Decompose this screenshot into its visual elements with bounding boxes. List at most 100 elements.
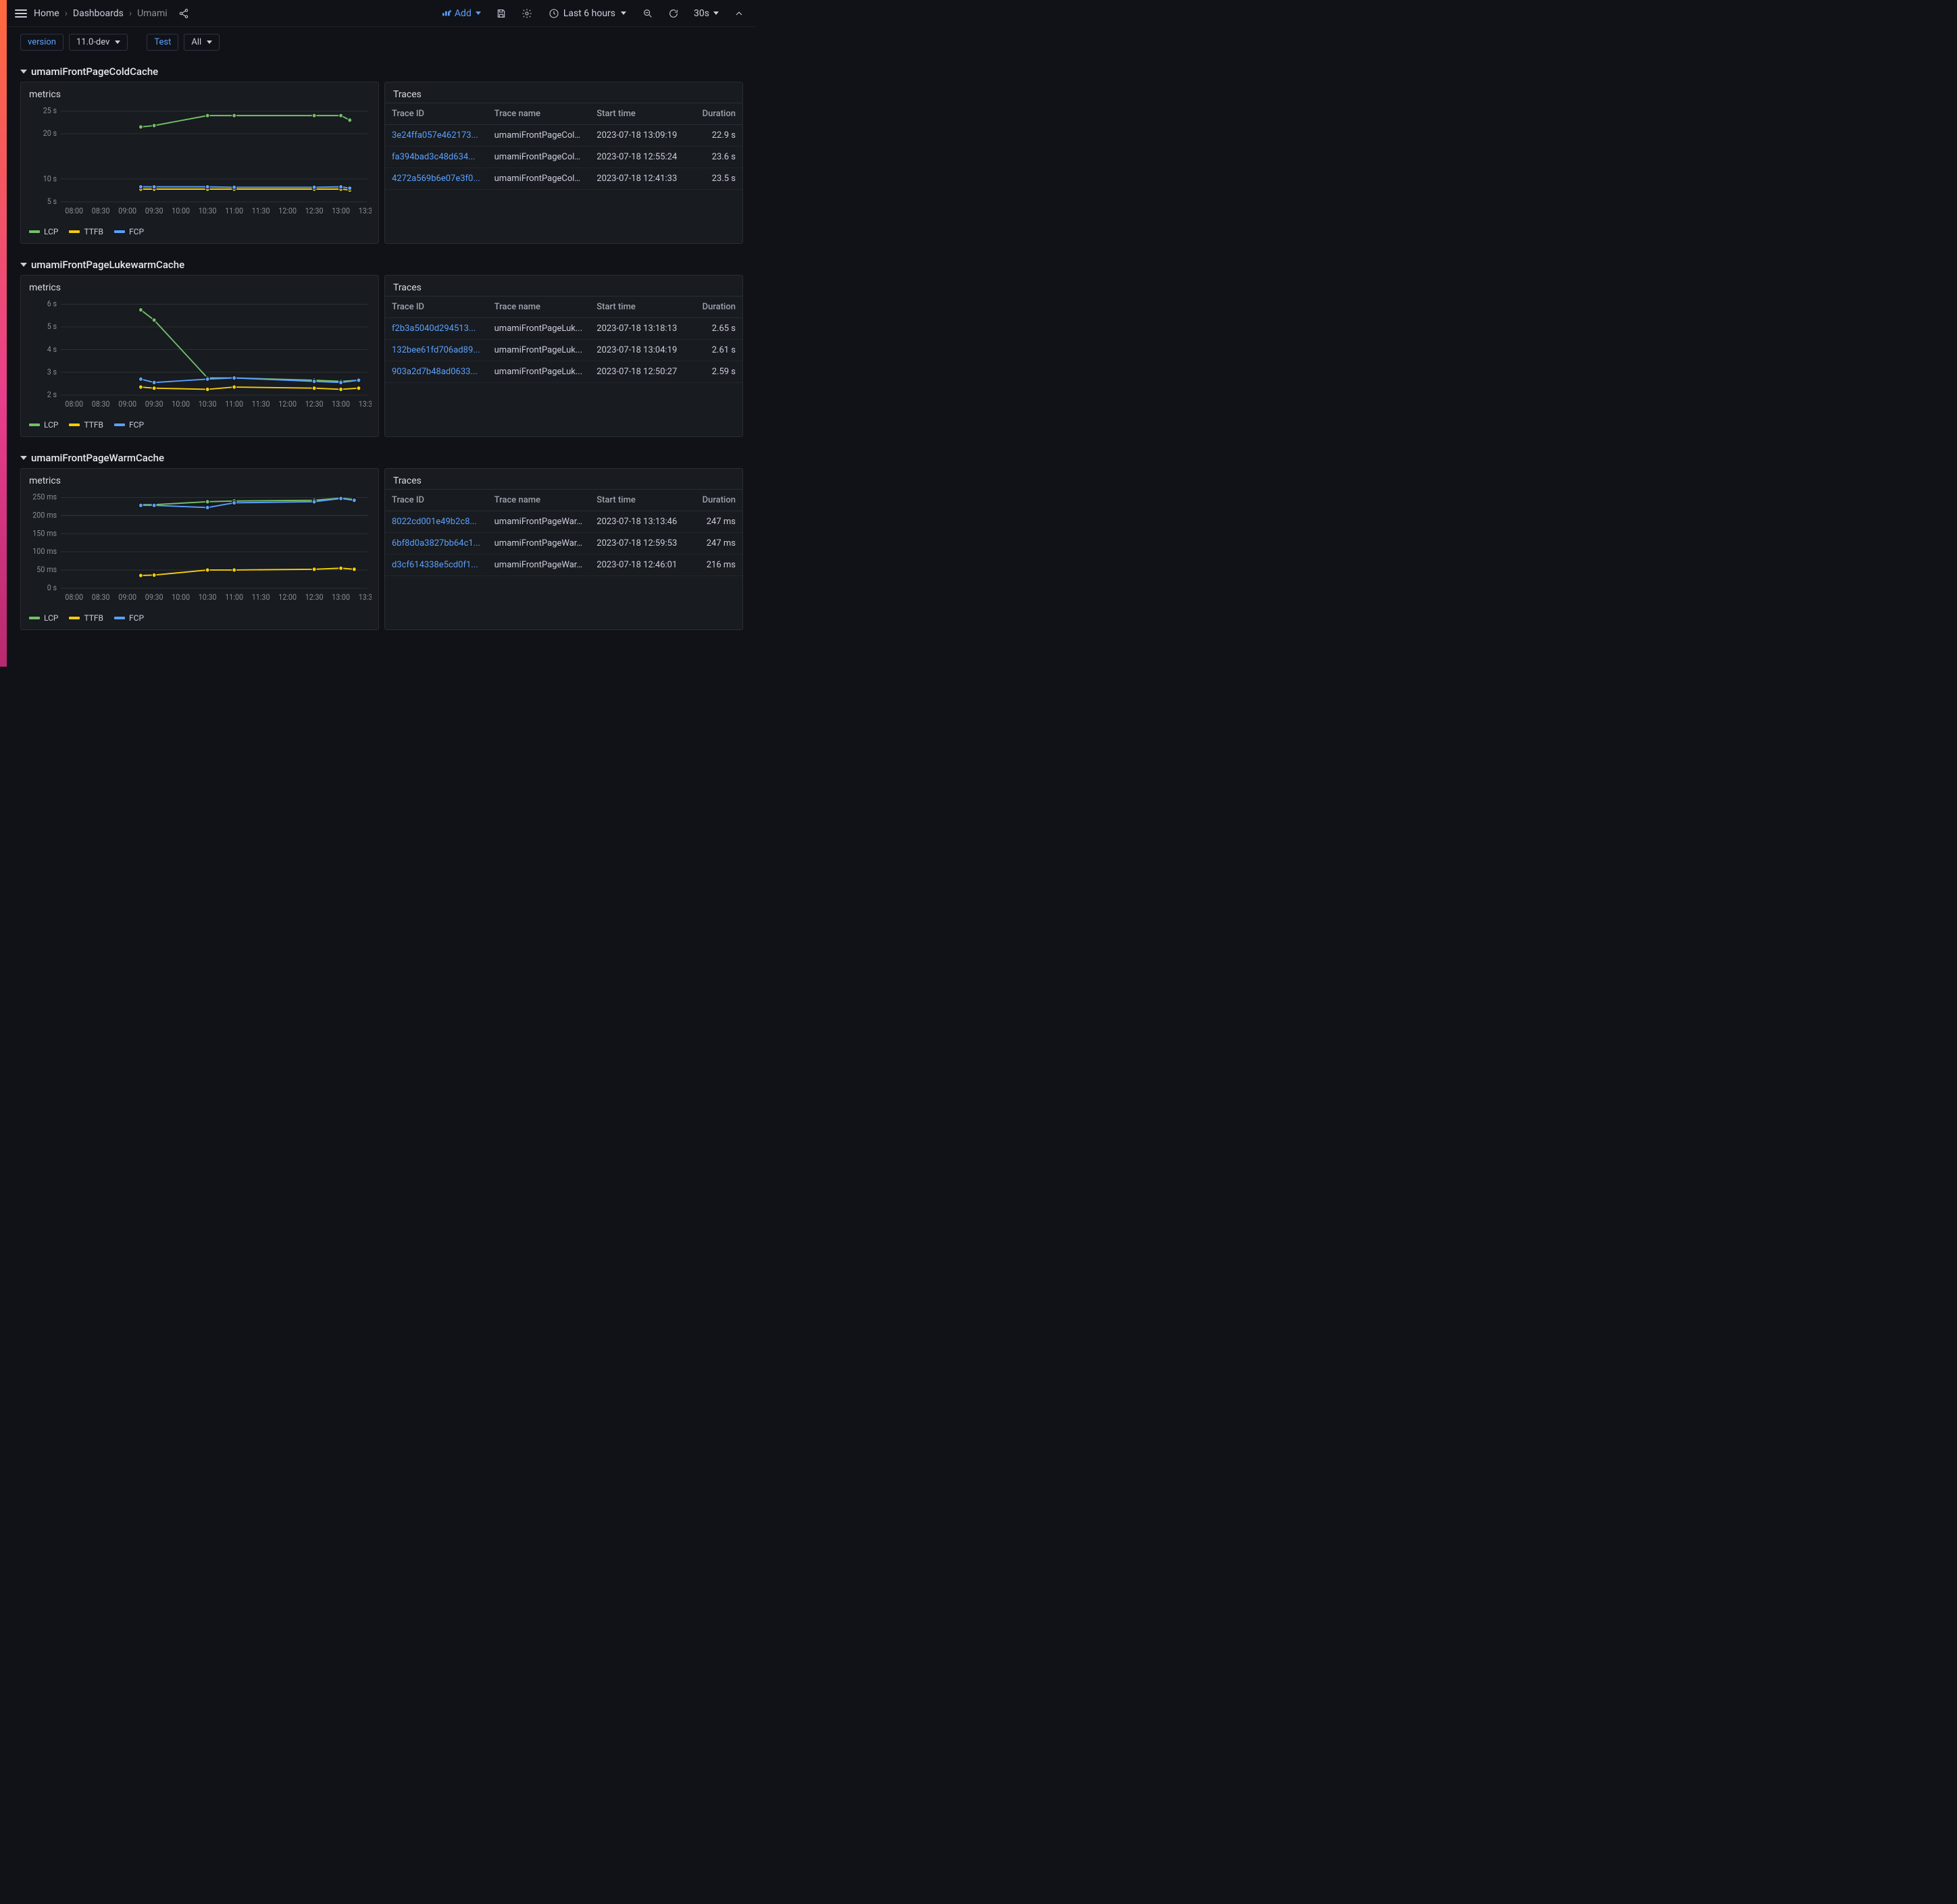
trace-duration-cell: 2.65 s [692, 318, 742, 340]
col-trace-name[interactable]: Trace name [488, 490, 590, 511]
chart-area[interactable]: 5 s10 s20 s25 s08:0008:3009:0009:3010:00… [21, 103, 378, 224]
col-duration[interactable]: Duration [692, 490, 742, 511]
table-row[interactable]: 3e24ffa057e462173... umamiFrontPageCold.… [385, 125, 742, 147]
chevron-down-icon [115, 41, 120, 44]
variable-bar: version 11.0-dev Test All [7, 27, 757, 60]
chevron-down-icon [713, 11, 719, 15]
trace-id-link[interactable]: 6bf8d0a3827bb64c1... [385, 533, 488, 555]
svg-text:6 s: 6 s [47, 300, 57, 309]
add-button[interactable]: Add [437, 5, 485, 22]
metrics-panel[interactable]: metrics 0 s50 ms100 ms150 ms200 ms250 ms… [20, 468, 379, 630]
table-row[interactable]: 8022cd001e49b2c8... umamiFrontPageWar...… [385, 511, 742, 533]
svg-text:13:00: 13:00 [332, 206, 350, 215]
trace-duration-cell: 22.9 s [692, 125, 742, 147]
trace-id-link[interactable]: 903a2d7b48ad0633... [385, 361, 488, 383]
trace-name-cell: umamiFrontPageLuk... [488, 340, 590, 361]
col-trace-id[interactable]: Trace ID [385, 490, 488, 511]
share-icon[interactable] [174, 5, 193, 22]
var-test-select[interactable]: All [184, 34, 220, 51]
trace-id-link[interactable]: 4272a569b6e07e3f0... [385, 168, 488, 190]
collapse-button[interactable] [730, 5, 748, 22]
breadcrumb-dashboards[interactable]: Dashboards [73, 8, 124, 19]
time-range-picker[interactable]: Last 6 hours [543, 5, 632, 22]
row-body: metrics 2 s3 s4 s5 s6 s08:0008:3009:0009… [7, 275, 757, 446]
svg-text:11:30: 11:30 [252, 592, 270, 601]
svg-text:150 ms: 150 ms [32, 529, 57, 538]
col-trace-id[interactable]: Trace ID [385, 297, 488, 318]
col-start-time[interactable]: Start time [590, 103, 692, 125]
panel-title: Traces [385, 82, 742, 103]
menu-toggle-button[interactable] [15, 9, 27, 18]
col-duration[interactable]: Duration [692, 103, 742, 125]
traces-table: Trace ID Trace name Start time Duration … [385, 296, 742, 383]
trace-name-cell: umamiFrontPageWar... [488, 511, 590, 533]
zoom-out-button[interactable] [638, 5, 657, 22]
svg-text:11:30: 11:30 [252, 206, 270, 215]
trace-name-cell: umamiFrontPageLuk... [488, 318, 590, 340]
row-header[interactable]: umamiFrontPageColdCache [7, 60, 757, 82]
trace-duration-cell: 23.6 s [692, 147, 742, 168]
legend-item-fcp[interactable]: FCP [114, 613, 144, 623]
svg-text:09:30: 09:30 [145, 206, 163, 215]
save-button[interactable] [492, 5, 511, 22]
col-start-time[interactable]: Start time [590, 490, 692, 511]
col-trace-name[interactable]: Trace name [488, 103, 590, 125]
trace-id-link[interactable]: 3e24ffa057e462173... [385, 125, 488, 147]
os-left-gutter [0, 0, 7, 667]
legend-item-ttfb[interactable]: TTFB [69, 613, 103, 623]
row-body: metrics 0 s50 ms100 ms150 ms200 ms250 ms… [7, 468, 757, 640]
traces-panel[interactable]: Traces Trace ID Trace name Start time Du… [384, 468, 743, 630]
row-header[interactable]: umamiFrontPageWarmCache [7, 446, 757, 468]
trace-id-link[interactable]: 8022cd001e49b2c8... [385, 511, 488, 533]
svg-text:10:00: 10:00 [172, 206, 190, 215]
legend-item-fcp[interactable]: FCP [114, 420, 144, 430]
chevron-down-icon [20, 263, 27, 267]
chart-legend: LCP TTFB FCP [21, 417, 378, 436]
var-version-select[interactable]: 11.0-dev [69, 34, 128, 51]
refresh-interval-label: 30s [694, 8, 709, 19]
table-row[interactable]: fa394bad3c48d634... umamiFrontPageCold..… [385, 147, 742, 168]
trace-id-link[interactable]: f2b3a5040d294513... [385, 318, 488, 340]
settings-button[interactable] [517, 5, 536, 22]
refresh-interval-picker[interactable]: 30s [690, 5, 723, 22]
traces-panel[interactable]: Traces Trace ID Trace name Start time Du… [384, 275, 743, 437]
row-header[interactable]: umamiFrontPageLukewarmCache [7, 253, 757, 275]
table-row[interactable]: 6bf8d0a3827bb64c1... umamiFrontPageWar..… [385, 533, 742, 555]
col-start-time[interactable]: Start time [590, 297, 692, 318]
table-row[interactable]: 132bee61fd706ad89... umamiFrontPageLuk..… [385, 340, 742, 361]
trace-start-cell: 2023-07-18 12:50:27 [590, 361, 692, 383]
refresh-button[interactable] [664, 5, 683, 22]
trace-id-link[interactable]: 132bee61fd706ad89... [385, 340, 488, 361]
panel-title: metrics [21, 469, 378, 489]
legend-item-fcp[interactable]: FCP [114, 227, 144, 236]
svg-text:20 s: 20 s [43, 129, 57, 138]
table-row[interactable]: 4272a569b6e07e3f0... umamiFrontPageCold.… [385, 168, 742, 190]
col-duration[interactable]: Duration [692, 297, 742, 318]
legend-item-ttfb[interactable]: TTFB [69, 420, 103, 430]
traces-panel[interactable]: Traces Trace ID Trace name Start time Du… [384, 82, 743, 244]
svg-text:13:00: 13:00 [332, 399, 350, 408]
legend-item-lcp[interactable]: LCP [29, 613, 58, 623]
col-trace-id[interactable]: Trace ID [385, 103, 488, 125]
legend-item-lcp[interactable]: LCP [29, 227, 58, 236]
trace-id-link[interactable]: d3cf614338e5cd0f1... [385, 555, 488, 576]
metrics-panel[interactable]: metrics 2 s3 s4 s5 s6 s08:0008:3009:0009… [20, 275, 379, 437]
table-row[interactable]: 903a2d7b48ad0633... umamiFrontPageLuk...… [385, 361, 742, 383]
trace-duration-cell: 2.59 s [692, 361, 742, 383]
table-row[interactable]: d3cf614338e5cd0f1... umamiFrontPageWar..… [385, 555, 742, 576]
legend-item-lcp[interactable]: LCP [29, 420, 58, 430]
breadcrumb-home[interactable]: Home [34, 8, 59, 19]
table-row[interactable]: f2b3a5040d294513... umamiFrontPageLuk...… [385, 318, 742, 340]
col-trace-name[interactable]: Trace name [488, 297, 590, 318]
legend-item-ttfb[interactable]: TTFB [69, 227, 103, 236]
trace-duration-cell: 247 ms [692, 533, 742, 555]
chart-area[interactable]: 2 s3 s4 s5 s6 s08:0008:3009:0009:3010:00… [21, 296, 378, 417]
metrics-panel[interactable]: metrics 5 s10 s20 s25 s08:0008:3009:0009… [20, 82, 379, 244]
chart-area[interactable]: 0 s50 ms100 ms150 ms200 ms250 ms08:0008:… [21, 489, 378, 611]
trace-id-link[interactable]: fa394bad3c48d634... [385, 147, 488, 168]
chevron-right-icon: › [65, 8, 68, 19]
svg-text:09:00: 09:00 [118, 592, 136, 601]
row-body: metrics 5 s10 s20 s25 s08:0008:3009:0009… [7, 82, 757, 253]
trace-start-cell: 2023-07-18 12:46:01 [590, 555, 692, 576]
traces-table: Trace ID Trace name Start time Duration … [385, 103, 742, 190]
